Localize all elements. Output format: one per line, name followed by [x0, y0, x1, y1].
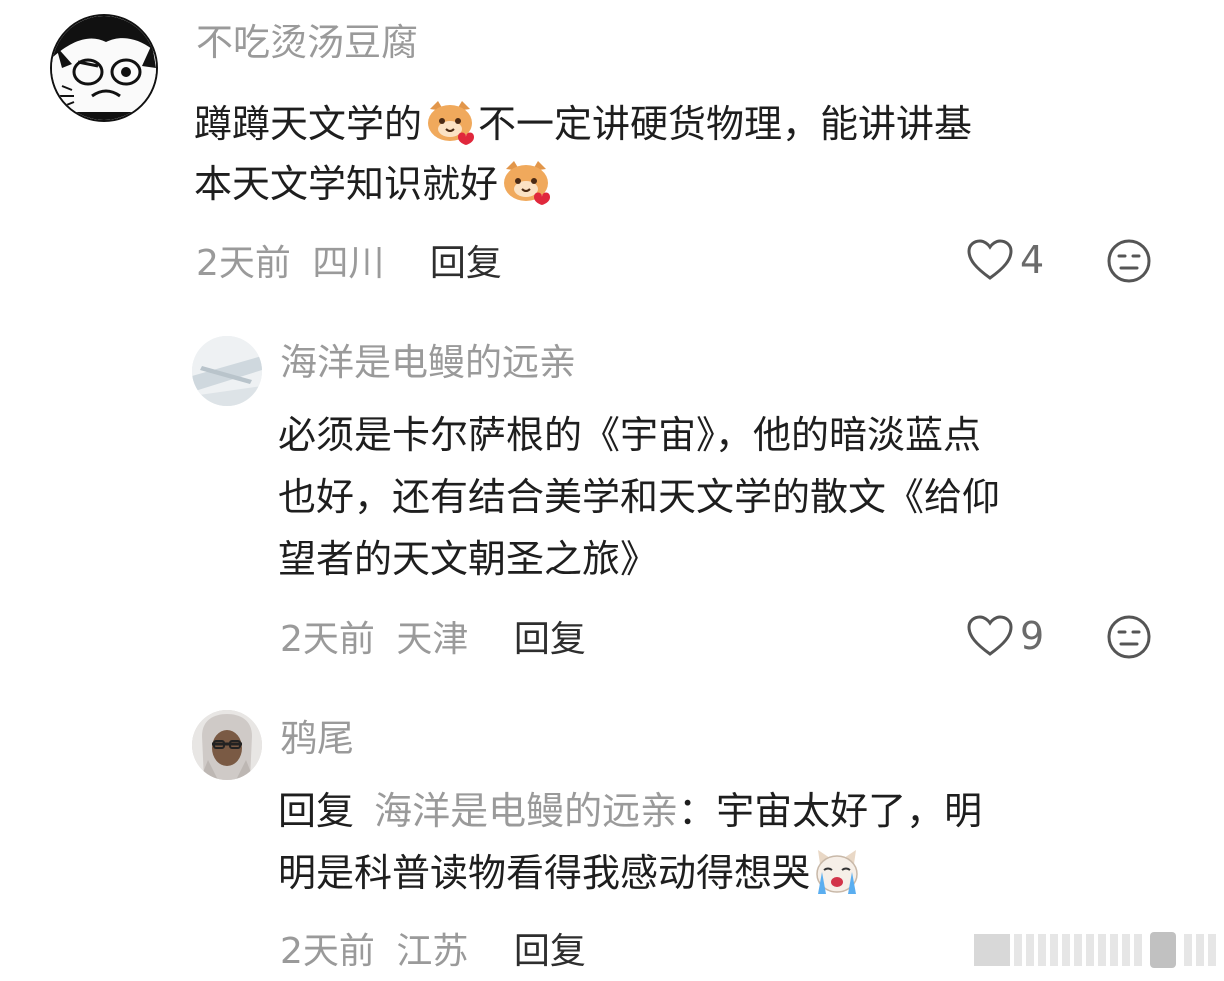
comment-text: 明是科普读物看得我感动得想哭	[278, 851, 811, 895]
reply-button[interactable]: 回复	[430, 243, 502, 284]
dislike-button[interactable]	[1106, 614, 1152, 664]
comment-item: 海洋是电鳗的远亲 必须是卡尔萨根的《宇宙》，他的暗淡蓝点 也好，还有结合美学和天…	[0, 320, 1224, 680]
heart-icon	[967, 239, 1013, 280]
avatar[interactable]	[192, 336, 262, 406]
comment-item: 鸦尾 回复 海洋是电鳗的远亲：宇宙太好了，明 明是科普读物看得我感动得想哭 2天…	[0, 700, 1224, 981]
like-button[interactable]: 4	[966, 238, 1044, 282]
like-count: 4	[1020, 238, 1045, 282]
avatar[interactable]	[50, 14, 158, 122]
watermark-logo	[974, 928, 1224, 973]
reply-button[interactable]: 回复	[514, 931, 586, 972]
comment-location: 江苏	[396, 931, 469, 972]
comment-time: 2天前	[280, 619, 375, 660]
comment-text: ：宇宙太好了，明	[678, 789, 983, 833]
neutral-face-icon	[1107, 239, 1151, 283]
comment-username[interactable]: 海洋是电鳗的远亲	[280, 344, 576, 381]
comment-text: 本天文学知识就好	[194, 162, 499, 206]
like-count: 9	[1020, 614, 1045, 658]
comment-location: 天津	[396, 619, 469, 660]
comment-time: 2天前	[280, 931, 375, 972]
comment-meta: 2天前 四川 回复	[196, 246, 502, 282]
comment-time: 2天前	[196, 243, 291, 284]
comment-location: 四川	[312, 243, 385, 284]
comment-item: 不吃烫汤豆腐 蹲蹲天文学的 不一定讲硬货物理，能讲讲基 本天文学知识就好 2天前…	[0, 0, 1224, 300]
neutral-face-icon	[1107, 615, 1151, 659]
avatar[interactable]	[192, 710, 262, 780]
dislike-button[interactable]	[1106, 238, 1152, 288]
comment-text: 不一定讲硬货物理，能讲讲基	[478, 102, 973, 146]
comment-content: 回复 海洋是电鳗的远亲：宇宙太好了，明 明是科普读物看得我感动得想哭	[278, 780, 982, 904]
heart-icon	[967, 615, 1013, 656]
crying-dog-emoji-icon	[812, 848, 862, 896]
comment-content: 蹲蹲天文学的 不一定讲硬货物理，能讲讲基 本天文学知识就好	[194, 94, 972, 214]
reply-prefix: 回复	[278, 789, 355, 833]
comment-username[interactable]: 鸦尾	[280, 720, 354, 757]
like-button[interactable]: 9	[966, 614, 1044, 658]
comment-meta: 2天前 天津 回复	[280, 622, 586, 658]
cat-heart-emoji-icon	[500, 159, 552, 205]
cat-heart-emoji-icon	[424, 99, 476, 145]
comment-meta: 2天前 江苏 回复	[280, 934, 586, 970]
comment-text: 也好，还有结合美学和天文学的散文《给仰	[278, 475, 1001, 519]
reply-button[interactable]: 回复	[514, 619, 586, 660]
comment-text: 蹲蹲天文学的	[194, 102, 423, 146]
comment-text: 必须是卡尔萨根的《宇宙》，他的暗淡蓝点	[278, 413, 982, 457]
comment-text: 望者的天文朝圣之旅》	[278, 537, 659, 581]
comment-content: 必须是卡尔萨根的《宇宙》，他的暗淡蓝点 也好，还有结合美学和天文学的散文《给仰 …	[278, 404, 1000, 590]
comment-username[interactable]: 不吃烫汤豆腐	[196, 24, 418, 61]
comment-thread: 不吃烫汤豆腐 蹲蹲天文学的 不一定讲硬货物理，能讲讲基 本天文学知识就好 2天前…	[0, 0, 1224, 981]
reply-target-username[interactable]: 海洋是电鳗的远亲	[374, 789, 678, 833]
